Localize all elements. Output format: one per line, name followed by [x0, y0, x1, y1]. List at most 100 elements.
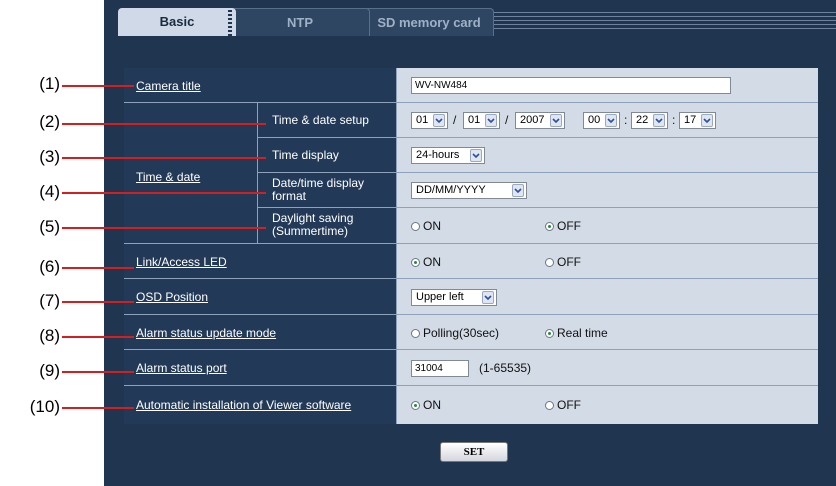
date-separator-1: /: [453, 113, 457, 127]
callout-number: (10): [29, 397, 60, 416]
osd-position-value: Upper left: [416, 291, 464, 303]
time-display-label: Time display: [272, 148, 339, 162]
tab-divider: [228, 8, 232, 36]
alarm-port-link[interactable]: Alarm status port: [136, 361, 227, 375]
radio-unselected-icon: [545, 401, 554, 410]
time-date-link[interactable]: Time & date: [136, 170, 200, 184]
viewer-install-link[interactable]: Automatic installation of Viewer softwar…: [136, 398, 351, 412]
radio-selected-icon: [411, 401, 420, 410]
time-display-label-cell: Time display: [258, 138, 396, 172]
link-led-on-radio[interactable]: ON: [411, 255, 441, 269]
minute-select[interactable]: 22: [631, 112, 668, 129]
callout-number: (1): [39, 74, 60, 93]
chevron-down-icon: [605, 114, 617, 127]
callout-line-7: [62, 301, 134, 303]
alarm-port-input[interactable]: [411, 360, 469, 377]
tab-sd-memory-card[interactable]: SD memory card: [364, 8, 494, 36]
alarm-update-link[interactable]: Alarm status update mode: [136, 326, 276, 340]
callout-line-2: [62, 123, 266, 125]
callout-number: (3): [39, 147, 60, 166]
chevron-down-icon: [701, 114, 713, 127]
time-display-select[interactable]: 24-hours: [411, 147, 485, 164]
chevron-down-icon: [485, 114, 497, 127]
callout-line-9: [62, 371, 134, 373]
time-display-value: 24-hours: [416, 149, 460, 161]
callout-number: (5): [39, 217, 60, 236]
alarm-port-value-cell: (1-65535): [397, 350, 818, 385]
tab-basic[interactable]: Basic: [118, 8, 236, 36]
callout-2: (2): [0, 112, 60, 132]
month-select[interactable]: 01: [463, 112, 500, 129]
time-date-setup-label-cell: Time & date setup: [258, 103, 396, 137]
time-separator-2: :: [672, 113, 676, 127]
date-separator-2: /: [505, 113, 509, 127]
hour-value: 00: [588, 114, 601, 126]
daylight-off-radio[interactable]: OFF: [545, 219, 581, 233]
tab-ntp[interactable]: NTP: [230, 8, 370, 36]
viewer-install-value-cell: ON OFF: [397, 386, 818, 424]
camera-title-link[interactable]: Camera title: [136, 79, 201, 93]
alarm-update-label-cell: Alarm status update mode: [124, 315, 396, 349]
callout-3: (3): [0, 147, 60, 167]
radio-unselected-icon: [411, 222, 420, 231]
alarm-polling-label: Polling(30sec): [423, 326, 500, 340]
tab-bar-rule: [494, 12, 836, 32]
callout-4: (4): [0, 182, 60, 202]
chevron-down-icon: [470, 149, 482, 162]
camera-title-input[interactable]: [411, 77, 731, 94]
radio-selected-icon: [411, 258, 420, 267]
link-led-link[interactable]: Link/Access LED: [136, 255, 227, 269]
viewer-install-on-label: ON: [423, 398, 441, 412]
camera-title-label-cell: Camera title: [124, 68, 396, 102]
alarm-realtime-label: Real time: [557, 326, 608, 340]
viewer-install-off-label: OFF: [557, 398, 581, 412]
hour-select[interactable]: 00: [583, 112, 620, 129]
osd-position-select[interactable]: Upper left: [411, 289, 497, 306]
osd-position-label-cell: OSD Position: [124, 279, 396, 314]
callout-number: (4): [39, 182, 60, 201]
daylight-saving-label-cell: Daylight saving (Summertime): [258, 208, 396, 243]
date-format-label: Date/time display format: [272, 176, 365, 203]
callout-7: (7): [0, 291, 60, 311]
alarm-port-range: (1-65535): [479, 361, 532, 375]
year-select[interactable]: 2007: [515, 112, 565, 129]
time-date-setup-label: Time & date setup: [272, 113, 369, 127]
callout-number: (7): [39, 291, 60, 310]
viewer-install-off-radio[interactable]: OFF: [545, 398, 581, 412]
time-date-setup-value-cell: 01 / 01 / 2007 00 : 22 : 17: [397, 103, 818, 137]
callout-line-4: [62, 192, 266, 194]
daylight-off-label: OFF: [557, 219, 581, 233]
osd-position-link[interactable]: OSD Position: [136, 290, 208, 304]
day-select[interactable]: 01: [411, 112, 448, 129]
alarm-update-value-cell: Polling(30sec) Real time: [397, 315, 818, 349]
radio-selected-icon: [545, 329, 554, 338]
date-format-select[interactable]: DD/MM/YYYY: [411, 182, 527, 199]
alarm-polling-radio[interactable]: Polling(30sec): [411, 326, 499, 340]
viewer-install-on-radio[interactable]: ON: [411, 398, 441, 412]
alarm-port-label-cell: Alarm status port: [124, 350, 396, 385]
callout-number: (2): [39, 112, 60, 131]
second-select[interactable]: 17: [679, 112, 716, 129]
second-value: 17: [684, 114, 697, 126]
callout-9: (9): [0, 361, 60, 381]
link-led-off-radio[interactable]: OFF: [545, 255, 581, 269]
callout-line-3: [62, 157, 266, 159]
callout-line-5: [62, 227, 266, 229]
settings-table: Camera title Time & date Time & date set…: [124, 68, 818, 424]
chevron-down-icon: [433, 114, 445, 127]
tab-bar: SD memory card NTP Basic: [104, 8, 836, 36]
minute-value: 22: [636, 114, 649, 126]
chevron-down-icon: [550, 114, 562, 127]
date-format-value-cell: DD/MM/YYYY: [397, 173, 818, 207]
alarm-realtime-radio[interactable]: Real time: [545, 326, 608, 340]
callout-number: (9): [39, 361, 60, 380]
callout-1: (1): [0, 74, 60, 94]
radio-selected-icon: [545, 222, 554, 231]
date-format-label-cell: Date/time display format: [258, 173, 396, 207]
callout-10: (10): [0, 397, 60, 417]
set-button[interactable]: SET: [440, 442, 508, 462]
daylight-on-radio[interactable]: ON: [411, 219, 441, 233]
callout-line-1: [62, 85, 134, 87]
chevron-down-icon: [512, 184, 524, 197]
daylight-saving-value-cell: ON OFF: [397, 208, 818, 243]
